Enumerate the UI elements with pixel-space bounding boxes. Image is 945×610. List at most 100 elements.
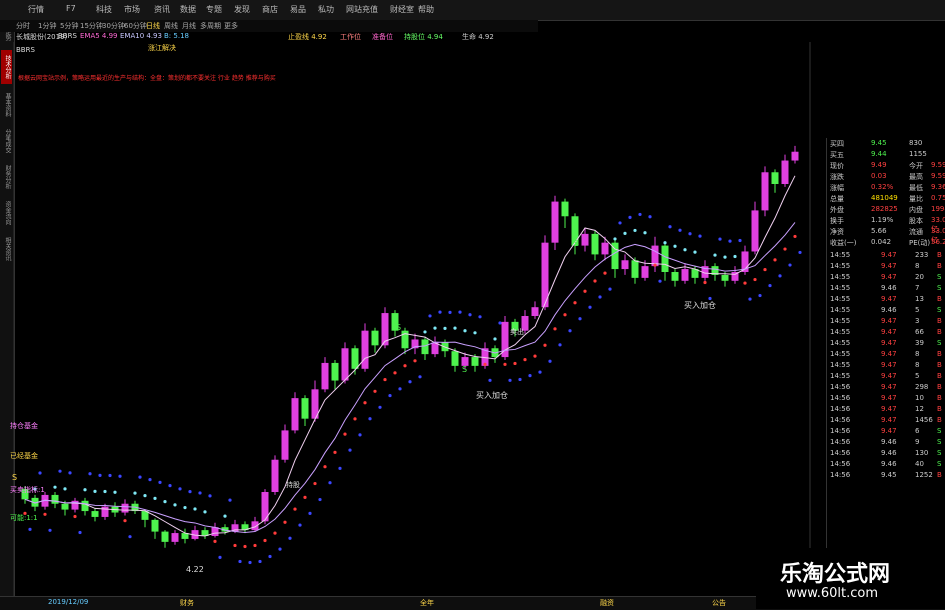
candle-body — [121, 503, 129, 513]
candle-body — [561, 201, 569, 217]
tick-cell: 14:55 — [830, 273, 851, 281]
signal-dot — [713, 253, 717, 257]
signal-dot — [543, 343, 547, 347]
quote-label-2: 股本 — [909, 217, 923, 225]
tick-cell: 298 — [915, 383, 929, 391]
signal-dot — [393, 371, 397, 375]
signal-dot — [593, 279, 597, 283]
trail-dot — [558, 343, 562, 347]
candle-body — [471, 357, 479, 366]
signal-dot — [703, 280, 707, 285]
signal-dot — [233, 543, 237, 548]
candle-body — [781, 160, 789, 184]
signal-dot — [173, 503, 177, 507]
bottom-tab-2[interactable]: 融资 — [600, 598, 614, 608]
candle-body — [291, 398, 299, 431]
trail-dot — [418, 375, 422, 379]
signal-dot — [753, 277, 757, 282]
tick-cell: 10 — [915, 394, 924, 402]
bottom-tab-1[interactable]: 全年 — [420, 598, 434, 608]
trail-dot — [88, 472, 92, 476]
tick-row: 14:56 9.46 9 S — [827, 437, 945, 448]
tick-cell: 9.46 — [881, 460, 897, 468]
trail-dot — [738, 238, 742, 243]
tick-cell: B — [937, 416, 942, 424]
trail-dot — [798, 250, 802, 255]
tick-row: 14:55 9.46 7 S — [827, 283, 945, 294]
candle-body — [661, 245, 669, 272]
tick-row: 14:55 9.47 5 B — [827, 371, 945, 382]
trail-dot — [728, 239, 732, 243]
candle-body — [351, 348, 359, 369]
tick-cell: 14:56 — [830, 471, 851, 479]
quote-value-2: 9.59 — [931, 161, 945, 169]
tick-cell: 9.46 — [881, 306, 897, 314]
bottom-tab-0[interactable]: 财务 — [180, 598, 194, 608]
trail-dot — [488, 378, 492, 382]
signal-dot — [353, 417, 357, 421]
candle-body — [601, 242, 609, 255]
signal-dot — [163, 500, 167, 504]
trail-dot — [98, 473, 102, 477]
tick-cell: 9.47 — [881, 273, 897, 281]
signal-dot — [453, 326, 457, 330]
quote-label: 买四 — [830, 140, 844, 148]
quote-label: 涨幅 — [830, 184, 844, 192]
tick-cell: 9.47 — [881, 328, 897, 336]
tick-cell: 9.47 — [881, 339, 897, 347]
hold-label: 持股 — [286, 480, 300, 489]
trail-dot — [318, 497, 322, 502]
trail-dot — [758, 293, 762, 298]
signal-dot — [443, 326, 447, 330]
candle-body — [51, 494, 59, 504]
tick-cell: 14:55 — [830, 306, 851, 314]
quote-row: 换手 1.19% 股本 33.0亿 — [827, 215, 945, 233]
candle-body — [651, 245, 659, 267]
ma10-line — [24, 222, 796, 533]
tick-cell: 14:55 — [830, 339, 851, 347]
tick-cell: S — [937, 284, 942, 292]
tick-cell: 9.47 — [881, 405, 897, 413]
signal-dot — [623, 231, 627, 235]
left-label-1: 持仓基金 — [10, 421, 38, 430]
tick-cell: 9.47 — [881, 383, 897, 391]
watermark-url: www.60lt.com — [786, 586, 878, 601]
quote-value: 0.042 — [871, 238, 892, 246]
date-label: 2019/12/09 — [48, 598, 89, 606]
tick-cell: 8 — [915, 350, 920, 358]
trail-dot — [378, 405, 382, 409]
trail-dot — [508, 378, 512, 382]
quote-value: 9.45 — [871, 139, 887, 147]
trail-dot — [708, 296, 712, 301]
kline-chart[interactable]: BBRS 涨江解决 根据云网宝站示例，策略运用最近的生产与结构：全盘：策划的都不… — [0, 0, 945, 609]
trail-dot — [368, 417, 372, 421]
tick-cell: 14:56 — [830, 416, 851, 424]
signal-dot — [123, 519, 127, 523]
tick-row: 14:55 9.47 3 B — [827, 316, 945, 327]
trail-dot — [568, 329, 572, 333]
s-mark-1: S — [396, 323, 401, 332]
tick-cell: 9.47 — [881, 394, 897, 402]
signal-dot — [423, 330, 427, 334]
tick-cell: B — [937, 383, 942, 391]
signal-dot — [643, 231, 647, 235]
signal-dot — [513, 361, 517, 366]
trail-dot — [338, 466, 342, 470]
trail-dot — [458, 310, 462, 314]
trail-dot — [598, 295, 602, 299]
tick-row: 14:56 9.47 10 B — [827, 393, 945, 404]
candle-body — [671, 272, 679, 281]
signal-dot — [283, 520, 287, 524]
tick-cell: 14:55 — [830, 317, 851, 325]
quote-label-2: 最低 — [909, 184, 923, 192]
signal-dot — [413, 359, 417, 363]
signal-dot — [363, 401, 367, 405]
trail-dot — [428, 314, 432, 318]
signal-dot — [273, 531, 277, 535]
tick-cell: 9.45 — [881, 471, 897, 479]
signal-dot — [103, 489, 107, 494]
trail-dot — [718, 237, 722, 241]
quote-label-2: 量比 — [909, 195, 923, 203]
tick-cell: 9.47 — [881, 295, 897, 303]
bottom-tab-3[interactable]: 公告 — [712, 598, 726, 608]
